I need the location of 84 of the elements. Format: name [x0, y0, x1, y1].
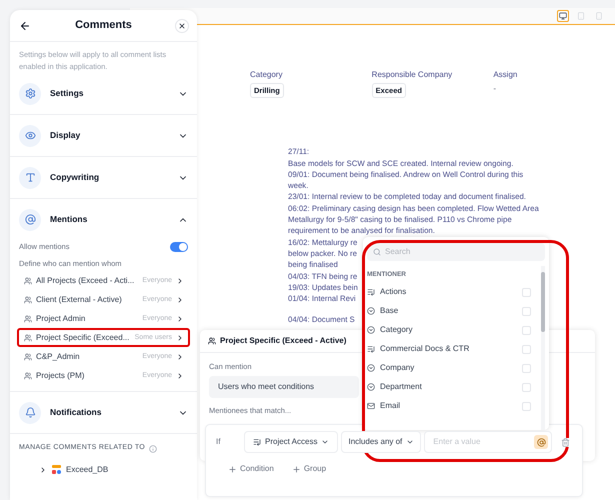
chevron-down-icon: [406, 438, 414, 446]
users-icon: [24, 276, 32, 285]
menu-item[interactable]: Company: [380, 362, 517, 374]
item-checkbox[interactable]: [522, 382, 531, 392]
circle-chevron-icon: [367, 307, 375, 316]
field-label: Assign: [493, 69, 518, 81]
circle-chevron-icon: [367, 364, 375, 372]
users-icon: [24, 314, 32, 323]
search-icon: [373, 248, 381, 256]
section-header[interactable]: Mentions: [10, 199, 197, 240]
users-icon: [208, 337, 216, 345]
value-input[interactable]: Enter a value: [433, 436, 534, 448]
close-button[interactable]: [175, 18, 189, 32]
field-label: Category: [250, 69, 282, 81]
circle-chevron-icon: [367, 383, 375, 392]
settings-icon: [19, 82, 41, 104]
users-icon: [24, 352, 32, 361]
at-sign-icon: [536, 438, 546, 446]
field-value: -: [493, 83, 496, 95]
allow-mentions-toggle[interactable]: [170, 242, 188, 252]
rule-panel-title: Project Specific (Exceed - Active): [220, 335, 346, 347]
menu-item[interactable]: Email: [380, 400, 517, 412]
circle-chevron-icon: [367, 326, 375, 334]
scrollbar[interactable]: [541, 266, 545, 430]
section-header[interactable]: Settings: [10, 73, 197, 114]
chevron-right-icon: [176, 296, 184, 304]
desktop-icon: [559, 12, 567, 20]
delete-button[interactable]: [561, 438, 570, 446]
close-icon: [178, 22, 186, 30]
at-sign-icon: [19, 208, 41, 230]
app-logo-icon: [52, 465, 61, 474]
chevron-down-icon: [321, 438, 330, 446]
menu-item[interactable]: Base: [380, 305, 517, 318]
section-header[interactable]: Copywriting: [10, 157, 197, 198]
list-icon: [367, 288, 375, 296]
chevron-right-icon: [176, 276, 184, 285]
desktop-view-button[interactable]: [557, 10, 569, 22]
add-button[interactable]: Group: [292, 463, 326, 475]
mail-icon: [367, 402, 375, 410]
phone-icon: [595, 12, 603, 20]
menu-item[interactable]: Commercial Docs & CTR: [380, 343, 517, 356]
info-icon: [149, 444, 158, 452]
field-select[interactable]: Project Access: [244, 431, 338, 453]
value-field[interactable]: Enter a value: [424, 431, 552, 453]
section-header[interactable]: Display: [10, 115, 197, 156]
chevron-right-icon: [176, 314, 184, 323]
eye-icon: [19, 124, 41, 146]
item-checkbox[interactable]: [522, 344, 531, 354]
chevron-right-icon: [176, 352, 184, 361]
bell-icon: [19, 402, 41, 424]
item-checkbox[interactable]: [522, 402, 531, 411]
tree-item[interactable]: Exceed_DB: [19, 464, 188, 476]
mention-button[interactable]: [534, 435, 548, 449]
chevron-right-icon: [176, 372, 184, 380]
users-icon: [24, 372, 32, 380]
users-icon: [24, 296, 32, 304]
tablet-icon: [577, 12, 585, 20]
if-label: If: [216, 436, 222, 448]
trash-icon: [561, 438, 570, 446]
item-checkbox[interactable]: [522, 306, 531, 316]
plus-icon: [292, 464, 301, 474]
menu-item[interactable]: Department: [380, 381, 517, 394]
tablet-view-button[interactable]: [575, 10, 587, 22]
item-checkbox[interactable]: [522, 364, 531, 373]
list-icon: [253, 438, 261, 446]
menu-item[interactable]: Actions: [380, 286, 517, 298]
panel-title: Comments: [75, 18, 132, 34]
item-checkbox[interactable]: [522, 326, 531, 335]
search-input[interactable]: Search: [385, 246, 539, 258]
search-field[interactable]: Search: [367, 243, 545, 261]
plus-icon: [228, 464, 237, 474]
chevron-right-icon: [176, 334, 184, 342]
field-label: Responsible Company: [372, 69, 452, 81]
operator-select[interactable]: Includes any of: [341, 431, 422, 453]
can-mention-select[interactable]: Users who meet conditions: [209, 376, 359, 398]
section-header[interactable]: Notifications: [10, 392, 197, 434]
chevron-right-icon: [39, 466, 47, 474]
item-checkbox[interactable]: [522, 288, 531, 297]
menu-item[interactable]: Category: [380, 324, 517, 336]
list-icon: [367, 345, 375, 354]
arrow-left-icon: [19, 20, 31, 32]
text-icon: [19, 166, 41, 188]
users-icon: [24, 334, 32, 342]
add-button[interactable]: Condition: [228, 463, 274, 475]
